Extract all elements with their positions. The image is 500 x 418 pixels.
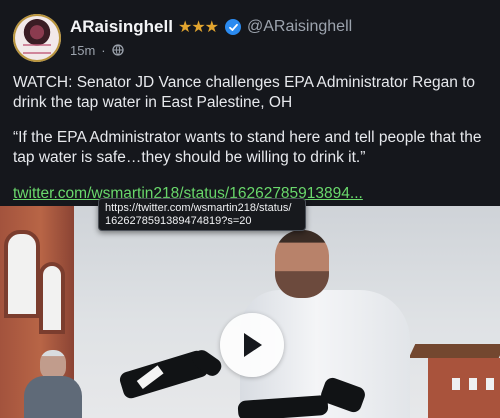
handle[interactable]: @ARaisinghell xyxy=(247,18,352,36)
author-row: ARaisinghell ★★★ @ARaisinghell xyxy=(70,15,352,39)
play-button[interactable] xyxy=(220,313,284,377)
post-text-paragraph: WATCH: Senator JD Vance challenges EPA A… xyxy=(13,74,476,111)
building-window xyxy=(452,378,460,390)
background-person xyxy=(24,342,82,418)
building-arch xyxy=(4,230,40,318)
post-meta: 15m · xyxy=(70,42,124,58)
social-post: ARaisinghell ★★★ @ARaisinghell 15m · WAT… xyxy=(0,0,500,418)
post-text-paragraph: “If the EPA Administrator wants to stand… xyxy=(13,129,482,166)
brick-building xyxy=(428,358,500,418)
globe-icon xyxy=(111,44,124,56)
video-preview[interactable] xyxy=(0,206,500,418)
tooltip-line: https://twitter.com/wsmartin218/status/ xyxy=(105,202,292,214)
display-name[interactable]: ARaisinghell xyxy=(70,17,173,37)
timestamp[interactable]: 15m xyxy=(70,43,95,58)
avatar[interactable] xyxy=(13,14,61,62)
building-window xyxy=(469,378,477,390)
separator-dot: · xyxy=(101,42,106,58)
speaker-head xyxy=(275,230,329,298)
rating-stars: ★★★ xyxy=(177,19,219,36)
person-body xyxy=(24,376,82,418)
post-body: WATCH: Senator JD Vance challenges EPA A… xyxy=(13,73,493,204)
verified-badge-icon xyxy=(225,19,241,35)
microphone-flag xyxy=(136,365,164,389)
link-tooltip: https://twitter.com/wsmartin218/status/ … xyxy=(98,198,306,231)
play-icon xyxy=(244,333,262,357)
tooltip-line: 1626278591389474819?s=20 xyxy=(105,215,252,227)
building-window xyxy=(486,378,494,390)
building-arch xyxy=(39,262,65,334)
